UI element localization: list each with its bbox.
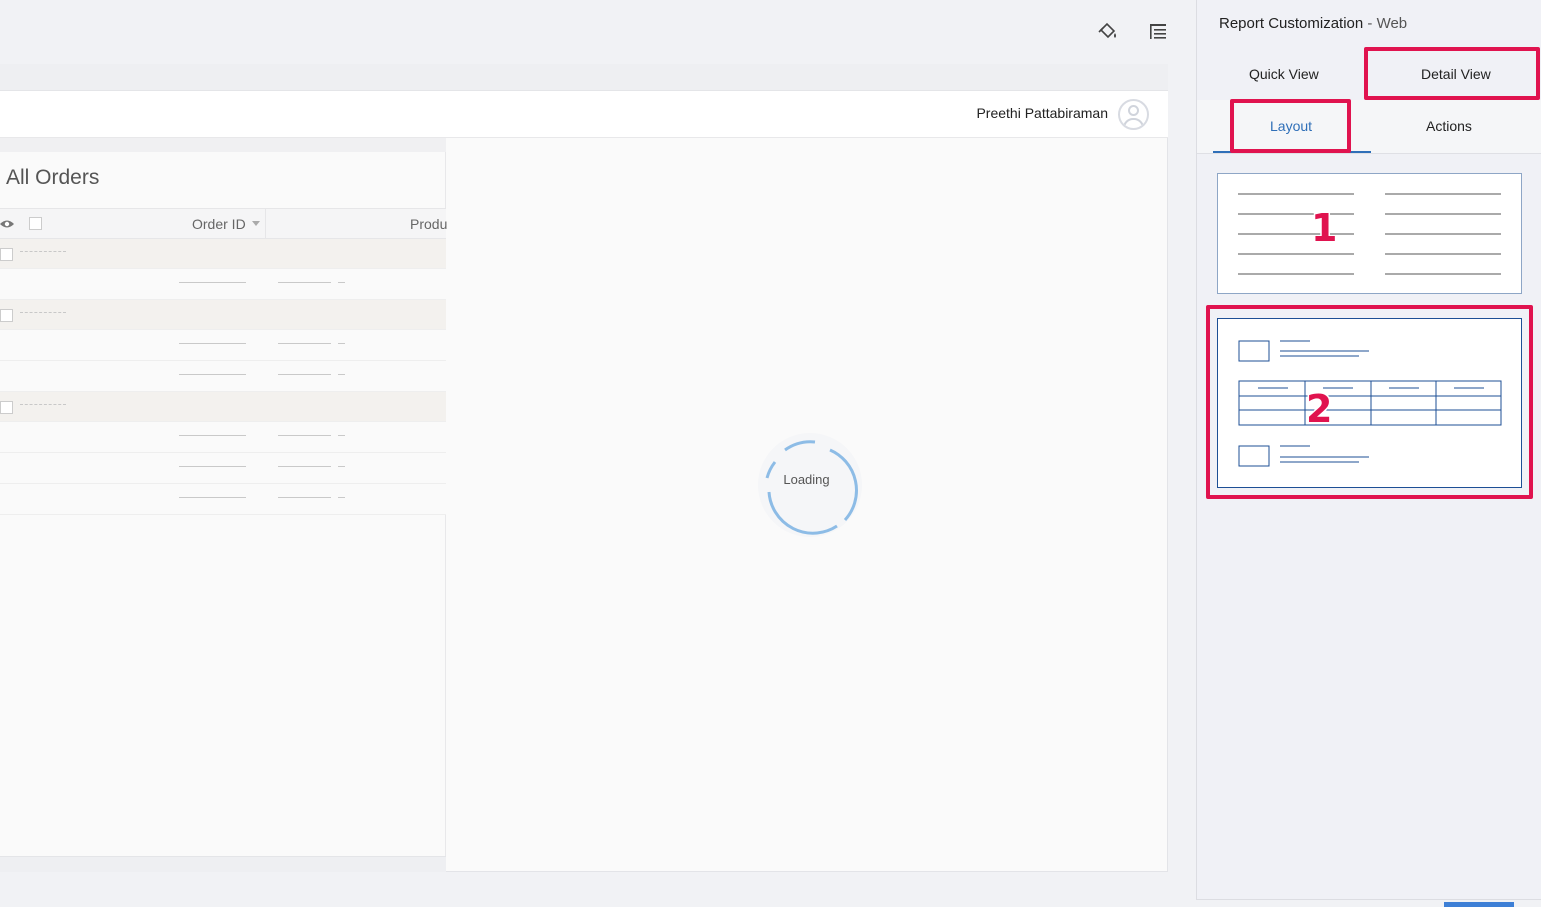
eye-icon[interactable]	[0, 217, 14, 235]
orders-list-pane: All Orders Order ID Produ	[0, 138, 447, 856]
paint-bucket-icon[interactable]	[1097, 20, 1119, 42]
highlight-layout-option-2	[1206, 305, 1533, 499]
preview-header-strip	[0, 64, 1168, 91]
layout-option-1[interactable]	[1217, 173, 1522, 294]
group-row[interactable]	[0, 300, 446, 330]
column-product[interactable]: Produ	[410, 216, 447, 232]
column-settings-icon[interactable]	[1147, 20, 1169, 42]
column-order-id[interactable]: Order ID	[192, 216, 246, 232]
panel-title-sub: Web	[1376, 15, 1408, 32]
subtab-actions[interactable]: Actions	[1426, 118, 1472, 134]
list-footer-strip	[0, 856, 446, 872]
top-toolbar	[0, 0, 1196, 64]
avatar-icon[interactable]	[1118, 99, 1149, 130]
panel-title: Report Customization - Web	[1219, 15, 1407, 32]
annotation-badge-2: 2	[1304, 386, 1334, 433]
group-row[interactable]	[0, 392, 446, 422]
loading-text: Loading	[783, 472, 830, 487]
placeholder-line	[20, 251, 66, 252]
table-header: Order ID Produ	[0, 208, 447, 239]
row-checkbox[interactable]	[0, 309, 13, 322]
placeholder-line	[20, 404, 66, 405]
customization-panel: Report Customization - Web Quick View De…	[1196, 0, 1541, 900]
table-row[interactable]	[0, 453, 446, 484]
row-checkbox[interactable]	[0, 248, 13, 261]
save-button-edge[interactable]	[1444, 902, 1514, 907]
page-title: All Orders	[6, 166, 100, 189]
table-row[interactable]	[0, 484, 446, 515]
two-column-layout-icon	[1238, 193, 1501, 275]
user-name[interactable]: Preethi Pattabiraman	[976, 105, 1108, 121]
table-row[interactable]	[0, 330, 446, 361]
group-row[interactable]	[0, 239, 446, 269]
highlight-detail-view	[1364, 47, 1540, 100]
highlight-layout	[1230, 99, 1351, 153]
placeholder-line	[20, 312, 66, 313]
panel-title-main: Report Customization	[1219, 15, 1364, 32]
sort-caret-icon[interactable]	[252, 221, 260, 226]
table-row[interactable]	[0, 422, 446, 453]
bottom-strip	[0, 872, 1196, 907]
user-bar: Preethi Pattabiraman	[0, 91, 1168, 138]
row-checkbox[interactable]	[0, 401, 13, 414]
table-row[interactable]	[0, 269, 446, 300]
column-divider	[265, 209, 266, 239]
table-row[interactable]	[0, 361, 446, 392]
select-all-checkbox[interactable]	[29, 217, 42, 230]
tab-quick-view[interactable]: Quick View	[1249, 66, 1319, 82]
panel-title-separator: -	[1363, 15, 1377, 32]
annotation-badge-1: 1	[1309, 205, 1339, 252]
